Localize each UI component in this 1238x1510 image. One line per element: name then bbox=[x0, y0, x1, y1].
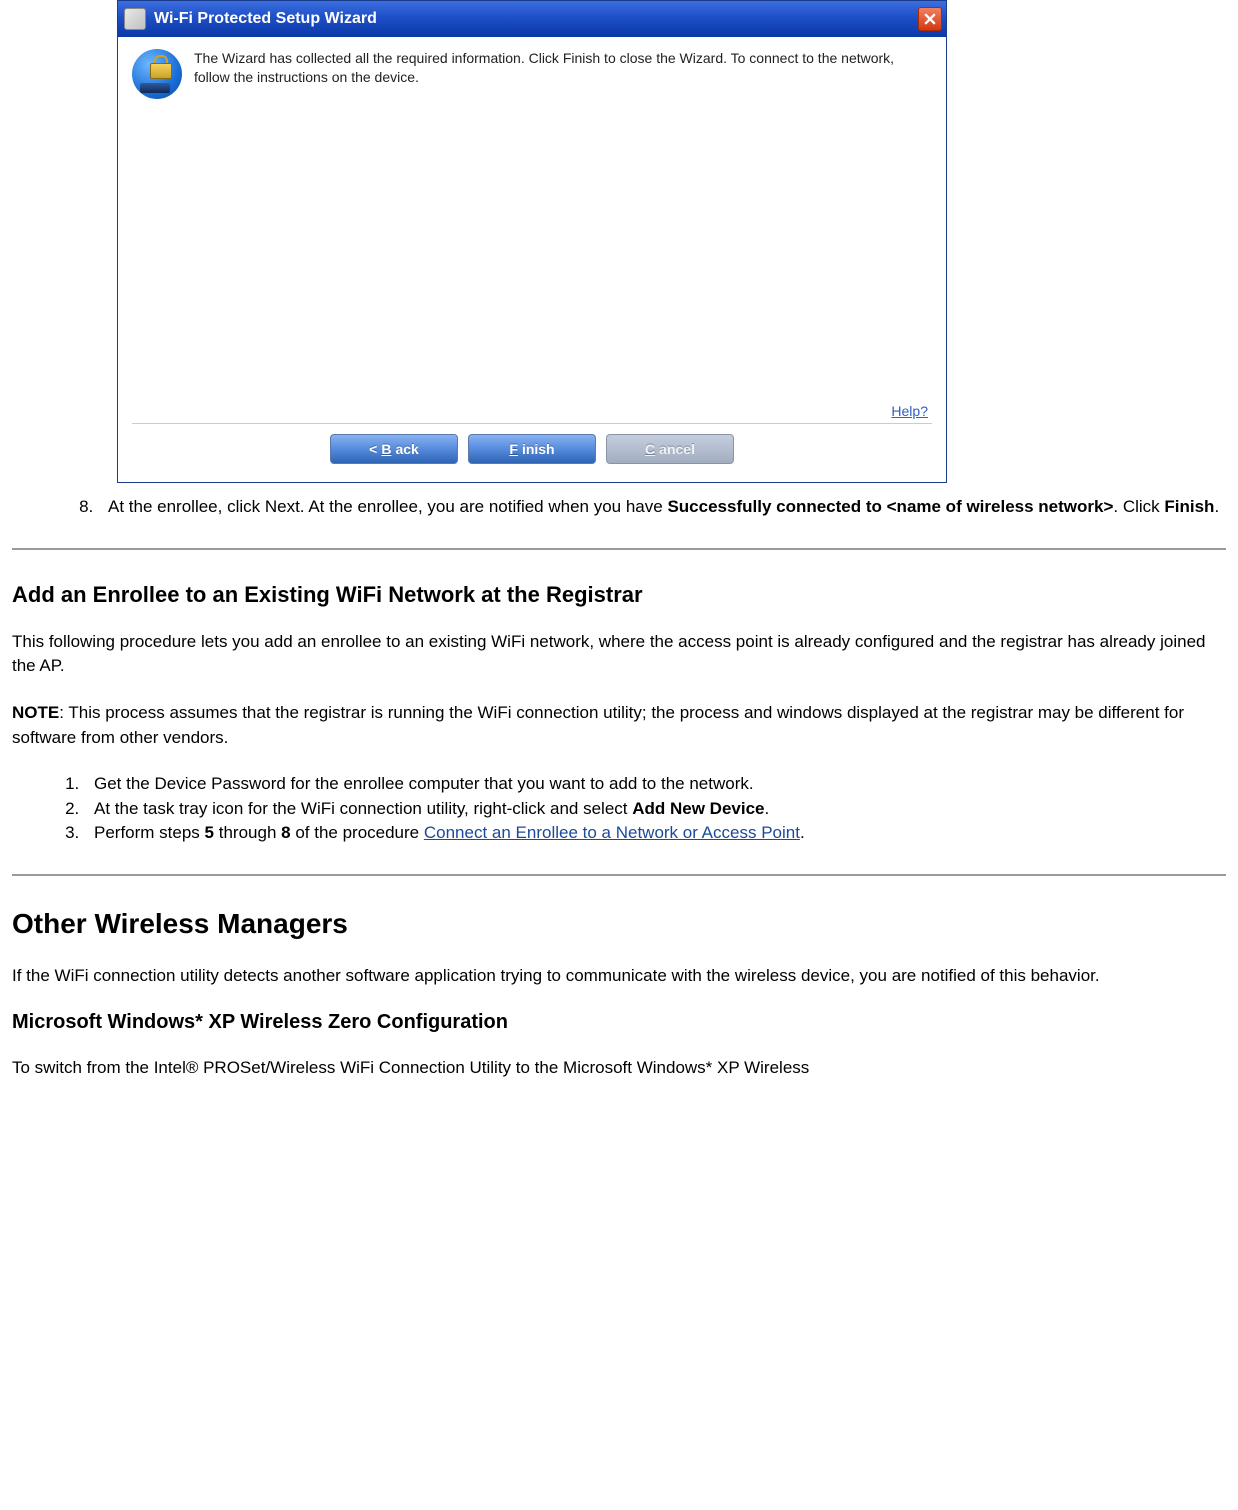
back-button[interactable]: < Back bbox=[330, 434, 458, 464]
wifi-lock-icon bbox=[132, 49, 182, 99]
list-item: At the task tray icon for the WiFi conne… bbox=[84, 797, 1226, 822]
wizard-button-row: < Back Finish Cancel bbox=[132, 434, 932, 468]
section-divider bbox=[12, 874, 1226, 876]
finish-button[interactable]: Finish bbox=[468, 434, 596, 464]
paragraph: To switch from the Intel® PROSet/Wireles… bbox=[12, 1056, 1226, 1081]
wizard-titlebar: Wi-Fi Protected Setup Wizard bbox=[118, 1, 946, 37]
paragraph: This following procedure lets you add an… bbox=[12, 630, 1226, 679]
section-divider bbox=[12, 548, 1226, 550]
step-list-8: At the enrollee, click Next. At the enro… bbox=[12, 495, 1226, 520]
list-item: Get the Device Password for the enrollee… bbox=[84, 772, 1226, 797]
note-paragraph: NOTE: This process assumes that the regi… bbox=[12, 701, 1226, 750]
wizard-message: The Wizard has collected all the require… bbox=[194, 49, 932, 109]
list-item: Perform steps 5 through 8 of the procedu… bbox=[84, 821, 1226, 846]
wizard-title: Wi-Fi Protected Setup Wizard bbox=[154, 10, 918, 28]
wizard-body: The Wizard has collected all the require… bbox=[118, 37, 946, 482]
help-link[interactable]: Help? bbox=[891, 403, 928, 419]
wizard-divider bbox=[132, 423, 932, 424]
subheading-wzc: Microsoft Windows* XP Wireless Zero Conf… bbox=[12, 1011, 1226, 1034]
wizard-window: Wi-Fi Protected Setup Wizard The Wizard … bbox=[117, 0, 947, 483]
wizard-app-icon bbox=[124, 8, 146, 30]
connect-enrollee-link[interactable]: Connect an Enrollee to a Network or Acce… bbox=[424, 823, 800, 842]
note-label: NOTE bbox=[12, 703, 59, 722]
close-icon[interactable] bbox=[918, 7, 942, 31]
section-heading-registrar: Add an Enrollee to an Existing WiFi Netw… bbox=[12, 582, 1226, 608]
paragraph: If the WiFi connection utility detects a… bbox=[12, 964, 1226, 989]
list-item: At the enrollee, click Next. At the enro… bbox=[98, 495, 1226, 520]
section-heading-other-managers: Other Wireless Managers bbox=[12, 908, 1226, 940]
cancel-button: Cancel bbox=[606, 434, 734, 464]
registrar-steps: Get the Device Password for the enrollee… bbox=[12, 772, 1226, 846]
